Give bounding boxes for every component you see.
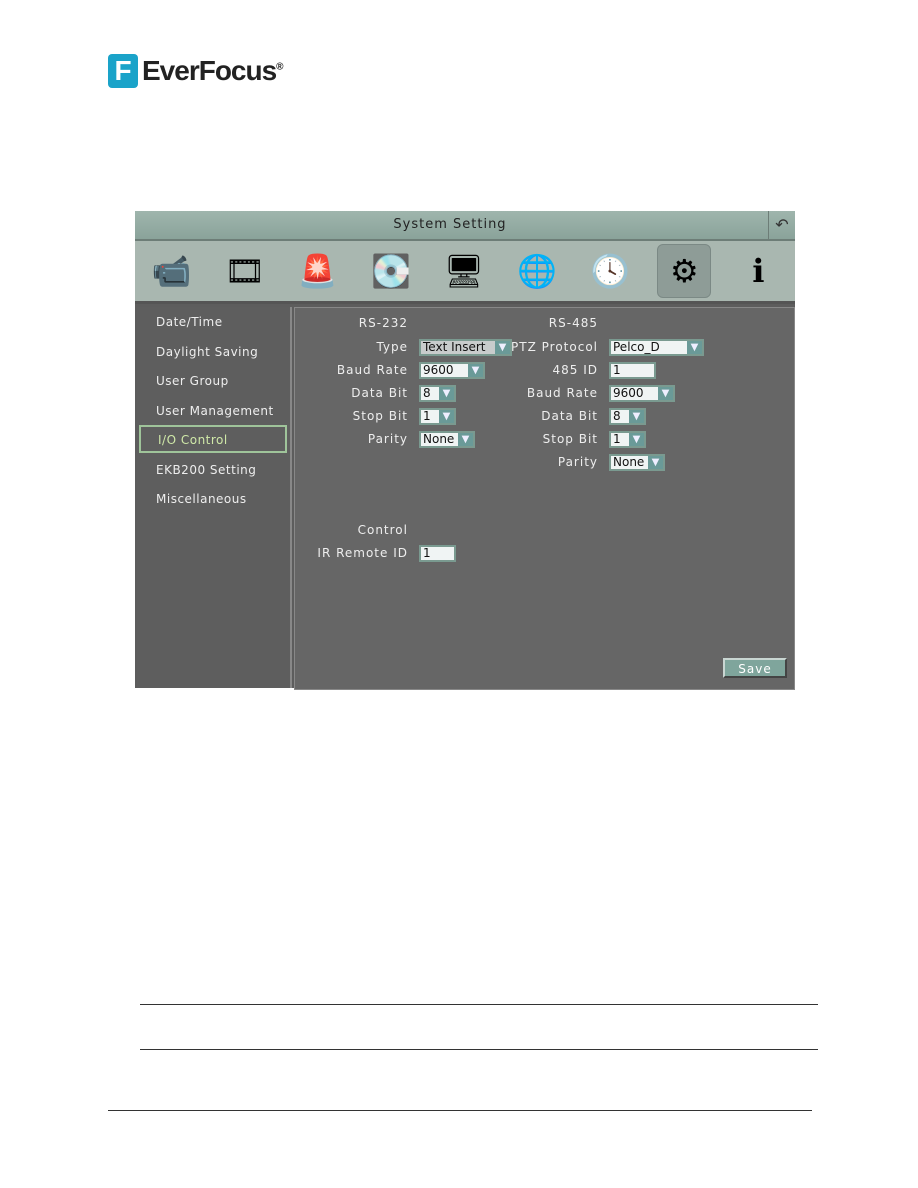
dvr-screen: System Setting ↶ 📹 🎞 🚨 💽 🖥 🌐 🕓 ⚙ ℹ Date/…	[135, 211, 795, 690]
sidebar-item-user-group[interactable]: User Group	[139, 368, 287, 394]
chevron-down-icon: ▼	[687, 341, 702, 354]
ir-remote-id-input[interactable]: 1	[419, 545, 456, 562]
hard-disk-icon[interactable]: 💽	[365, 245, 417, 297]
chevron-down-icon: ▼	[468, 364, 483, 377]
monitor-icon[interactable]: 🖥	[438, 245, 490, 297]
rs485-baud-value: 9600	[613, 386, 644, 400]
chevron-down-icon: ▼	[629, 433, 644, 446]
sidebar-item-daylight-saving[interactable]: Daylight Saving	[139, 339, 287, 365]
rs232-stop-bit-value: 1	[423, 409, 431, 423]
rs232-data-bit-select[interactable]: 8 ▼	[419, 385, 456, 402]
table-top-border	[140, 1004, 818, 1005]
rs485-parity-value: None	[613, 455, 645, 469]
rs485-stop-bit-select[interactable]: 1 ▼	[609, 431, 646, 448]
rs232-baud-label: Baud Rate	[336, 363, 408, 377]
rs232-data-bit-label: Data Bit	[351, 386, 408, 400]
chevron-down-icon: ▼	[648, 456, 663, 469]
rs232-parity-label: Parity	[367, 432, 408, 446]
chevron-down-icon: ▼	[439, 410, 454, 423]
rs232-parity-select[interactable]: None ▼	[419, 431, 475, 448]
clock-calendar-icon[interactable]: 🕓	[584, 245, 636, 297]
io-control-panel: RS-232 Type Text Insert ▼ Baud Rate 9600 ▼…	[294, 307, 795, 690]
rs485-id-label: 485 ID	[552, 363, 598, 377]
save-button[interactable]: Save	[723, 658, 787, 678]
sidebar-item-io-control[interactable]: I/O Control	[139, 425, 287, 453]
rs485-data-bit-value: 8	[613, 409, 621, 423]
sidebar-item-date-time[interactable]: Date/Time	[139, 309, 287, 335]
category-toolbar: 📹 🎞 🚨 💽 🖥 🌐 🕓 ⚙ ℹ	[135, 241, 795, 304]
table-bottom-border	[140, 1049, 818, 1050]
rs485-data-bit-label: Data Bit	[541, 409, 598, 423]
ir-remote-id-label: IR Remote ID	[317, 546, 408, 560]
ptz-protocol-label: PTZ Protocol	[511, 340, 598, 354]
type-label: Type	[376, 340, 408, 354]
sidebar-item-user-management[interactable]: User Management	[139, 398, 287, 424]
logo-mark: F	[108, 54, 138, 88]
chevron-down-icon: ▼	[658, 387, 673, 400]
rs485-stop-bit-value: 1	[613, 432, 621, 446]
rs485-parity-label: Parity	[557, 455, 598, 469]
rs232-baud-value: 9600	[423, 363, 454, 377]
return-arrow-icon[interactable]: ↶	[768, 211, 795, 239]
rs232-stop-bit-select[interactable]: 1 ▼	[419, 408, 456, 425]
rs232-stop-bit-label: Stop Bit	[352, 409, 408, 423]
type-select[interactable]: Text Insert ▼	[419, 339, 512, 356]
rs485-parity-select[interactable]: None ▼	[609, 454, 665, 471]
rs485-data-bit-select[interactable]: 8 ▼	[609, 408, 646, 425]
title-bar: System Setting ↶	[135, 211, 795, 241]
rs485-heading: RS-485	[548, 316, 598, 330]
rs485-stop-bit-label: Stop Bit	[542, 432, 598, 446]
sidebar: Date/Time Daylight Saving User Group Use…	[137, 307, 292, 688]
chevron-down-icon: ▼	[439, 387, 454, 400]
rs232-parity-value: None	[423, 432, 455, 446]
type-value: Text Insert	[423, 340, 486, 354]
rs485-id-input[interactable]: 1	[609, 362, 656, 379]
record-reel-icon[interactable]: 🎞	[219, 245, 271, 297]
camera-icon[interactable]: 📹	[146, 245, 198, 297]
logo-text: EverFocus®	[142, 55, 284, 86]
rs232-baud-select[interactable]: 9600 ▼	[419, 362, 485, 379]
ptz-protocol-value: Pelco_D	[613, 340, 660, 354]
rs485-baud-select[interactable]: 9600 ▼	[609, 385, 675, 402]
window-title: System Setting	[393, 217, 507, 232]
control-heading: Control	[357, 523, 408, 537]
footer-divider	[108, 1110, 812, 1111]
sidebar-item-miscellaneous[interactable]: Miscellaneous	[139, 486, 287, 512]
network-globe-icon[interactable]: 🌐	[511, 245, 563, 297]
ptz-protocol-select[interactable]: Pelco_D ▼	[609, 339, 704, 356]
chevron-down-icon: ▼	[495, 341, 510, 354]
rs485-baud-label: Baud Rate	[526, 386, 598, 400]
alarm-light-icon[interactable]: 🚨	[292, 245, 344, 297]
chevron-down-icon: ▼	[629, 410, 644, 423]
rs232-data-bit-value: 8	[423, 386, 431, 400]
page: F EverFocus® System Setting ↶ 📹 🎞 🚨 💽 🖥 …	[0, 0, 918, 1188]
info-icon[interactable]: ℹ	[732, 245, 784, 297]
chevron-down-icon: ▼	[458, 433, 473, 446]
everfocus-logo: F EverFocus®	[108, 54, 284, 88]
gear-icon[interactable]: ⚙	[657, 244, 712, 298]
rs232-heading: RS-232	[358, 316, 408, 330]
sidebar-item-ekb200-setting[interactable]: EKB200 Setting	[139, 457, 287, 483]
